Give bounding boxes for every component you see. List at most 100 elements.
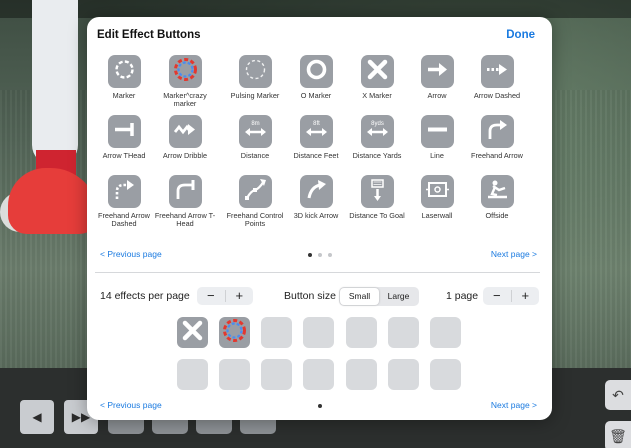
empty-effect-slot[interactable]: [303, 317, 334, 348]
page-dot[interactable]: [327, 252, 332, 257]
effect-button-x-marker[interactable]: X Marker: [346, 55, 408, 100]
effect-label: Line: [430, 151, 444, 160]
effect-tile[interactable]: [107, 175, 141, 208]
empty-effect-slot[interactable]: [177, 359, 208, 390]
effect-tile[interactable]: [168, 115, 202, 148]
decrement-pages-button[interactable]: −: [483, 287, 511, 305]
effect-button-freehand-arrow[interactable]: Freehand Arrow: [466, 115, 528, 160]
effects-per-page-label: 14 effects per page: [100, 290, 190, 302]
effect-button-distance[interactable]: 8m Distance: [224, 115, 286, 160]
effect-button-arrow-dribble[interactable]: Arrow Dribble: [154, 115, 216, 160]
x-marker-icon: [365, 57, 390, 87]
effect-button-freehand-control-points[interactable]: Freehand Control Points: [224, 175, 286, 228]
effect-label: Arrow: [427, 91, 447, 100]
empty-effect-slot[interactable]: [346, 317, 377, 348]
effect-label: Distance: [240, 151, 270, 160]
effect-tile[interactable]: [299, 175, 333, 208]
effect-button-marker[interactable]: Marker: [93, 55, 155, 100]
empty-effect-slot[interactable]: [388, 359, 419, 390]
delete-button[interactable]: 🗑: [605, 421, 631, 448]
effect-tile[interactable]: [107, 55, 141, 88]
player-sock: [32, 0, 78, 165]
effect-button-offside[interactable]: Offside: [466, 175, 528, 220]
button-size-segmented: Small Large: [339, 287, 419, 306]
effect-button-freehand-arrow-thead[interactable]: Freehand Arrow T-Head: [154, 175, 216, 228]
empty-effect-slot[interactable]: [346, 359, 377, 390]
effect-button-arrow-dashed[interactable]: Arrow Dashed: [466, 55, 528, 100]
undo-button[interactable]: ↶: [605, 380, 631, 410]
effect-tile[interactable]: 8yds: [360, 115, 394, 148]
effect-tile[interactable]: [480, 115, 514, 148]
effect-button-freehand-arrow-dashed[interactable]: Freehand Arrow Dashed: [93, 175, 155, 228]
effect-label: X Marker: [362, 91, 392, 100]
effect-tile[interactable]: [420, 115, 454, 148]
3d-kick-arrow-icon: [304, 177, 329, 207]
effect-tile[interactable]: [360, 175, 394, 208]
increment-pages-button[interactable]: +: [512, 287, 540, 305]
effect-button-distance-feet[interactable]: 8ft Distance Feet: [285, 115, 347, 160]
empty-effect-slot[interactable]: [261, 317, 292, 348]
size-large-option[interactable]: Large: [379, 288, 418, 305]
undo-icon: ↶: [612, 386, 624, 403]
increment-effects-button[interactable]: +: [226, 287, 254, 305]
empty-effect-slot[interactable]: [219, 359, 250, 390]
distance-to-goal-icon: [365, 177, 390, 207]
empty-effect-slot[interactable]: [261, 359, 292, 390]
effect-tile[interactable]: [107, 115, 141, 148]
size-small-option[interactable]: Small: [340, 288, 379, 305]
effect-label: Offside: [485, 211, 509, 220]
effect-tile[interactable]: [168, 55, 202, 88]
pages-stepper: − +: [483, 287, 539, 305]
trash-icon: 🗑: [609, 427, 627, 444]
effect-button-arrow-thead[interactable]: Arrow THead: [93, 115, 155, 160]
done-button[interactable]: Done: [506, 29, 535, 41]
x-marker-icon: [180, 318, 205, 348]
effect-button-pulsing-marker[interactable]: Pulsing Marker: [224, 55, 286, 100]
effect-button-o-marker[interactable]: O Marker: [285, 55, 347, 100]
page-dot[interactable]: [317, 403, 322, 408]
selected-effect-slot[interactable]: [177, 317, 208, 348]
prev-frame-button[interactable]: ◀: [20, 400, 54, 434]
selected-effect-slot[interactable]: [219, 317, 250, 348]
page-dot[interactable]: [317, 252, 322, 257]
marker-icon: [112, 57, 137, 87]
empty-effect-slot[interactable]: [388, 317, 419, 348]
effect-tile[interactable]: [299, 55, 333, 88]
arrow-dashed-icon: [485, 57, 510, 87]
freehand-arrow-icon: [485, 117, 510, 147]
page-dots: [87, 400, 552, 410]
next-page-link[interactable]: Next page >: [491, 249, 537, 259]
next-page-link[interactable]: Next page >: [491, 400, 537, 410]
effect-label: Freehand Arrow Dashed: [98, 211, 150, 229]
effect-tile[interactable]: [168, 175, 202, 208]
effects-per-page-stepper: − +: [197, 287, 253, 305]
decrement-effects-button[interactable]: −: [197, 287, 225, 305]
effect-button-distance-yards[interactable]: 8yds Distance Yards: [346, 115, 408, 160]
effect-tile[interactable]: [238, 55, 272, 88]
effect-label: 3D kick Arrow: [293, 211, 339, 220]
effect-label: O Marker: [300, 91, 332, 100]
effect-button-line[interactable]: Line: [406, 115, 468, 160]
page-dot[interactable]: [307, 252, 312, 257]
effect-button-laserwall[interactable]: Laserwall: [406, 175, 468, 220]
effect-tile[interactable]: 8m: [238, 115, 272, 148]
effect-label: Arrow THead: [102, 151, 146, 160]
effect-tile[interactable]: [480, 175, 514, 208]
effect-tile[interactable]: [238, 175, 272, 208]
effect-button-3d-kick-arrow[interactable]: 3D kick Arrow: [285, 175, 347, 220]
empty-effect-slot[interactable]: [303, 359, 334, 390]
effect-tile[interactable]: [360, 55, 394, 88]
effect-button-distance-to-goal[interactable]: Distance To Goal: [346, 175, 408, 220]
empty-effect-slot[interactable]: [430, 317, 461, 348]
effect-label: Arrow Dashed: [473, 91, 521, 100]
effect-button-arrow[interactable]: Arrow: [406, 55, 468, 100]
empty-effect-slot[interactable]: [430, 359, 461, 390]
freehand-control-points-icon: [243, 177, 268, 207]
effect-tile[interactable]: 8ft: [299, 115, 333, 148]
effect-tile[interactable]: [480, 55, 514, 88]
button-size-label: Button size: [284, 290, 336, 302]
effect-tile[interactable]: [420, 55, 454, 88]
crazy-marker-icon: [173, 57, 198, 87]
effect-button-crazy-marker[interactable]: Marker^crazy marker: [154, 55, 216, 108]
effect-tile[interactable]: [420, 175, 454, 208]
